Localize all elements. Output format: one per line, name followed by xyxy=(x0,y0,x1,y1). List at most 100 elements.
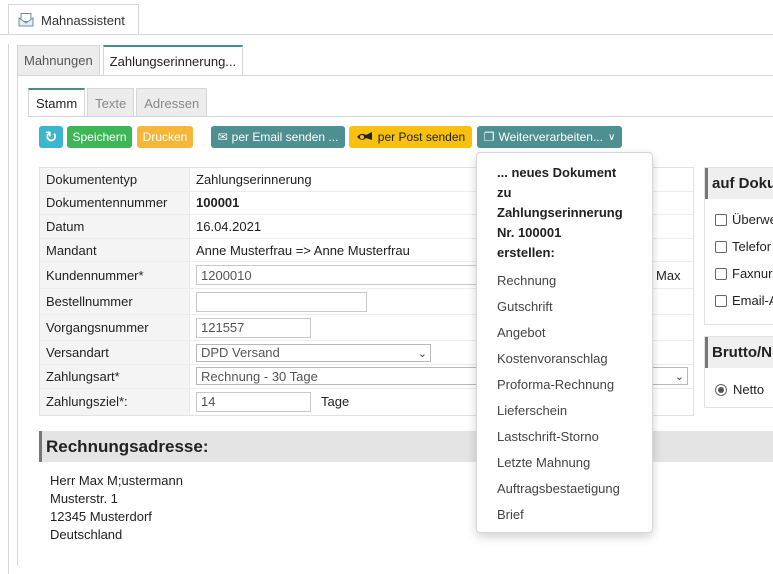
address-line: Musterstr. 1 xyxy=(50,491,118,506)
save-label: Speichern xyxy=(72,130,127,144)
post-horn-icon xyxy=(356,132,372,140)
menu-header-line: erstellen: xyxy=(497,245,555,260)
menu-header-line: Zahlungserinnerung xyxy=(497,205,623,220)
further-label: Weiterverarbeiten... xyxy=(498,130,603,144)
option-phone[interactable]: Telefor xyxy=(715,239,771,254)
billing-address: Herr Max M;ustermann Musterstr. 1 12345 … xyxy=(50,472,183,544)
tab-zahlungserinnerung[interactable]: Zahlungserinnerung... xyxy=(102,45,244,75)
docnum-value: 100001 xyxy=(196,195,240,211)
payment-term-input[interactable]: 14 xyxy=(196,391,311,412)
menu-item-angebot[interactable]: Angebot xyxy=(497,325,545,340)
mandant-label: Mandant xyxy=(40,238,190,262)
docnum-label: Dokumentennummer xyxy=(40,191,190,215)
output-options-panel: auf Doku Überwe Telefor Faxnur Email-A xyxy=(704,167,773,325)
option-label: Überwe xyxy=(732,212,773,227)
print-button[interactable]: Drucken xyxy=(137,126,193,148)
checkbox[interactable] xyxy=(715,213,727,226)
menu-item-proforma-rechnung[interactable]: Proforma-Rechnung xyxy=(497,377,614,392)
menu-item-letzte-mahnung[interactable]: Letzte Mahnung xyxy=(497,455,590,470)
tab-adressen[interactable]: Adressen xyxy=(136,88,208,117)
order-number-input[interactable] xyxy=(196,291,367,312)
send-post-button[interactable]: per Post senden xyxy=(349,126,472,148)
envelope-document-icon xyxy=(18,13,34,27)
email-label: per Email senden ... xyxy=(231,130,339,144)
doctype-label: Dokumententyp xyxy=(40,168,190,191)
customer-number-input[interactable]: 1200010 xyxy=(196,265,496,286)
option-label: Telefor xyxy=(732,239,772,254)
save-button[interactable]: Speichern xyxy=(67,126,132,148)
payment-label: Zahlungsart* xyxy=(40,364,190,388)
tab-label: Texte xyxy=(95,95,127,111)
tab-stamm[interactable]: Stamm xyxy=(28,88,86,117)
customer-label: Kundennummer* xyxy=(40,262,190,289)
menu-item-kostenvoranschlag[interactable]: Kostenvoranschlag xyxy=(497,351,608,366)
menu-header: ... neues Dokument zu Zahlungserinnerung… xyxy=(497,163,647,263)
tabs-divider xyxy=(17,75,773,76)
menu-item-gutschrift[interactable]: Gutschrift xyxy=(497,299,553,314)
checkbox[interactable] xyxy=(715,267,727,280)
tab-mahnungen[interactable]: Mahnungen xyxy=(17,45,100,75)
billing-address-heading: Rechnungsadresse: xyxy=(39,431,773,462)
menu-item-brief[interactable]: Brief xyxy=(497,507,524,522)
customer-name-suffix: Max xyxy=(656,267,681,283)
term-unit: Tage xyxy=(321,394,350,410)
window-tab-mahnassistent[interactable]: Mahnassistent xyxy=(8,4,139,35)
sub-tabs-divider xyxy=(28,116,773,117)
further-processing-menu: ... neues Dokument zu Zahlungserinnerung… xyxy=(476,152,653,533)
gross-net-panel: Brutto/N Netto xyxy=(704,336,773,408)
tab-texte[interactable]: Texte xyxy=(87,88,135,117)
option-fax[interactable]: Faxnur xyxy=(715,266,772,281)
window-tab-label: Mahnassistent xyxy=(41,12,125,28)
further-processing-button[interactable]: ❐ Weiterverarbeiten... ∨ xyxy=(477,126,622,148)
process-number-input[interactable]: 121557 xyxy=(196,317,311,338)
chevron-down-icon: ⌄ xyxy=(417,347,427,360)
tab-label: Stamm xyxy=(36,96,78,111)
send-email-button[interactable]: ✉ per Email senden ... xyxy=(211,126,345,148)
document-tabs: Mahnungen Zahlungserinnerung... xyxy=(17,45,246,75)
sub-tabs: Stamm Texte Adressen xyxy=(28,88,209,117)
menu-header-line: Nr. 100001 xyxy=(497,225,562,240)
chevron-down-icon: ⌄ xyxy=(674,371,684,384)
inner-panel-border xyxy=(17,76,18,566)
order-label: Bestellnummer xyxy=(40,289,190,315)
netto-label: Netto xyxy=(733,382,765,397)
option-transfer[interactable]: Überwe xyxy=(715,212,773,227)
window-tab-divider xyxy=(0,34,773,35)
menu-item-lastschrift-storno[interactable]: Lastschrift-Storno xyxy=(497,429,599,444)
refresh-button[interactable]: ↻ xyxy=(39,126,63,148)
shipping-select[interactable]: DPD Versand ⌄ xyxy=(196,343,431,362)
address-line: 12345 Musterdorf xyxy=(50,509,152,524)
checkbox[interactable] xyxy=(715,294,727,307)
option-label: Faxnur xyxy=(732,266,773,281)
menu-item-auftragsbestaetigung[interactable]: Auftragsbestaetigung xyxy=(497,481,620,496)
option-email[interactable]: Email-A xyxy=(715,293,773,308)
refresh-icon: ↻ xyxy=(44,129,58,146)
doctype-value: Zahlungserinnerung xyxy=(196,171,312,187)
mandant-value: Anne Musterfrau => Anne Musterfrau xyxy=(196,242,410,258)
post-label: per Post senden xyxy=(377,130,466,144)
menu-item-rechnung[interactable]: Rechnung xyxy=(497,273,556,288)
output-options-heading: auf Doku xyxy=(705,168,773,199)
tab-label: Mahnungen xyxy=(24,53,93,68)
date-value: 16.04.2021 xyxy=(196,218,262,234)
print-label: Drucken xyxy=(142,130,188,144)
menu-item-lieferschein[interactable]: Lieferschein xyxy=(497,403,567,418)
menu-header-line: ... neues Dokument xyxy=(497,165,617,180)
process-label: Vorgangsnummer xyxy=(40,315,190,341)
chevron-down-icon: ∨ xyxy=(607,131,616,143)
radio-button[interactable] xyxy=(715,383,727,396)
envelope-icon: ✉ xyxy=(217,130,228,144)
address-line: Herr Max M;ustermann xyxy=(50,473,183,488)
shipping-value: DPD Versand xyxy=(201,345,280,361)
date-label: Datum xyxy=(40,215,190,238)
copy-icon: ❐ xyxy=(483,130,495,144)
tab-label: Adressen xyxy=(144,95,200,111)
shipping-label: Versandart xyxy=(40,341,190,364)
tab-label: Zahlungserinnerung... xyxy=(109,53,237,69)
option-label: Email-A xyxy=(732,293,773,308)
checkbox[interactable] xyxy=(715,240,727,253)
term-label: Zahlungsziel*: xyxy=(40,388,190,415)
netto-radio[interactable]: Netto xyxy=(715,382,764,397)
gross-net-heading: Brutto/N xyxy=(705,337,773,368)
address-line: Deutschland xyxy=(50,527,123,542)
